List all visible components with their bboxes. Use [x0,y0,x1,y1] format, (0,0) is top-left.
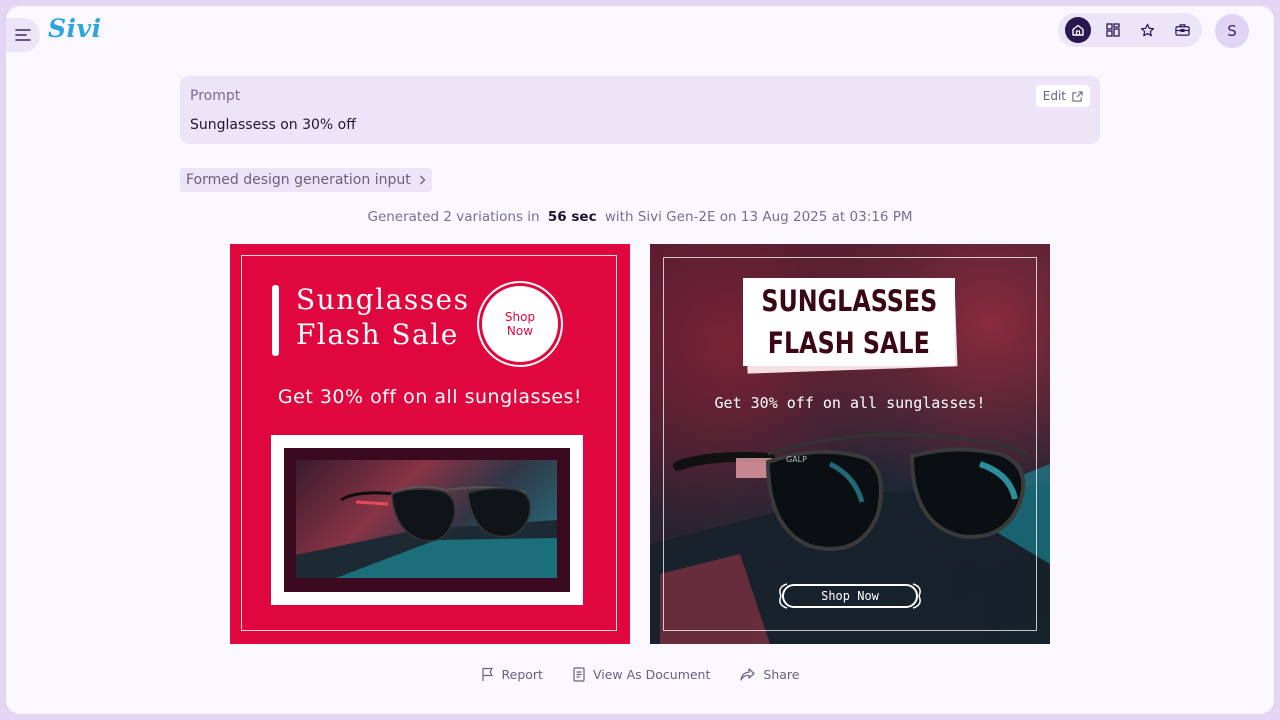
product-photo-frame [271,435,583,605]
design-title-line-2: Flash Sale [296,318,459,351]
design-actions: Report View As Document Share [6,667,1274,682]
nav-favorites-button[interactable] [1135,17,1161,43]
view-as-document-label: View As Document [592,667,711,682]
prompt-label: Prompt [190,88,241,104]
top-nav [1058,13,1202,47]
report-label: Report [501,667,543,682]
design-subtitle: Get 30% off on all sunglasses! [714,394,986,412]
sidebar-toggle-button[interactable] [6,18,40,52]
grid-icon [1105,23,1120,37]
user-avatar[interactable]: S [1215,14,1249,48]
sunglasses-photo [296,460,557,578]
edit-prompt-button[interactable]: Edit [1035,85,1090,107]
edit-label: Edit [1042,89,1066,103]
nav-brand-kit-button[interactable] [1170,17,1196,43]
generation-suffix: with Sivi Gen-2E on 13 Aug 2025 at 03:16… [604,209,913,225]
shop-badge-line-1: Shop [504,310,536,324]
shop-now-button: Shop Now [782,584,918,608]
star-icon [1140,23,1155,36]
formed-input-label: Formed design generation input [186,172,411,188]
generation-prefix: Generated 2 variations in [367,209,540,225]
design-title-line-1: Sunglasses [296,283,470,316]
design-title: Sunglasses Flash Sale [296,282,470,352]
prompt-panel: Prompt Sunglassess on 30% off Edit [180,76,1100,144]
design-variation-1[interactable]: Sunglasses Flash Sale Shop Now Get 30% o… [230,244,630,644]
share-button[interactable]: Share [740,667,799,682]
flag-icon [481,667,493,681]
menu-icon [15,29,31,41]
view-as-document-button[interactable]: View As Document [573,667,710,682]
shop-now-badge: Shop Now [482,286,558,362]
briefcase-icon [1175,24,1190,36]
chevron-right-icon [419,175,426,185]
app-logo[interactable]: Sivi [48,14,102,43]
formed-input-toggle[interactable]: Formed design generation input [180,168,432,192]
design-title-line-1: SUNGLASSES [761,284,937,318]
title-card: SUNGLASSES FLASH SALE [743,278,955,366]
share-label: Share [763,667,800,682]
app-frame: Sivi S Prompt Sunglassess on 30% off Edi… [6,6,1274,714]
title-accent-bar [272,285,279,356]
home-icon [1071,24,1084,36]
prompt-text: Sunglassess on 30% off [190,117,356,133]
nav-templates-button[interactable] [1100,17,1126,43]
external-link-icon [1072,90,1083,102]
design-variation-2[interactable]: GALP SUNGLASSES FLASH SALE Get 30% off o… [650,244,1050,644]
design-subtitle: Get 30% off on all sunglasses! [277,386,583,408]
generation-info: Generated 2 variations in 56 sec with Si… [6,209,1274,225]
share-icon [740,668,755,681]
generation-duration: 56 sec [547,209,597,225]
design-title-line-2: FLASH SALE [767,326,931,360]
report-button[interactable]: Report [481,667,543,682]
document-icon [573,667,585,682]
nav-home-button[interactable] [1064,17,1091,43]
shop-badge-line-2: Now [506,324,534,338]
